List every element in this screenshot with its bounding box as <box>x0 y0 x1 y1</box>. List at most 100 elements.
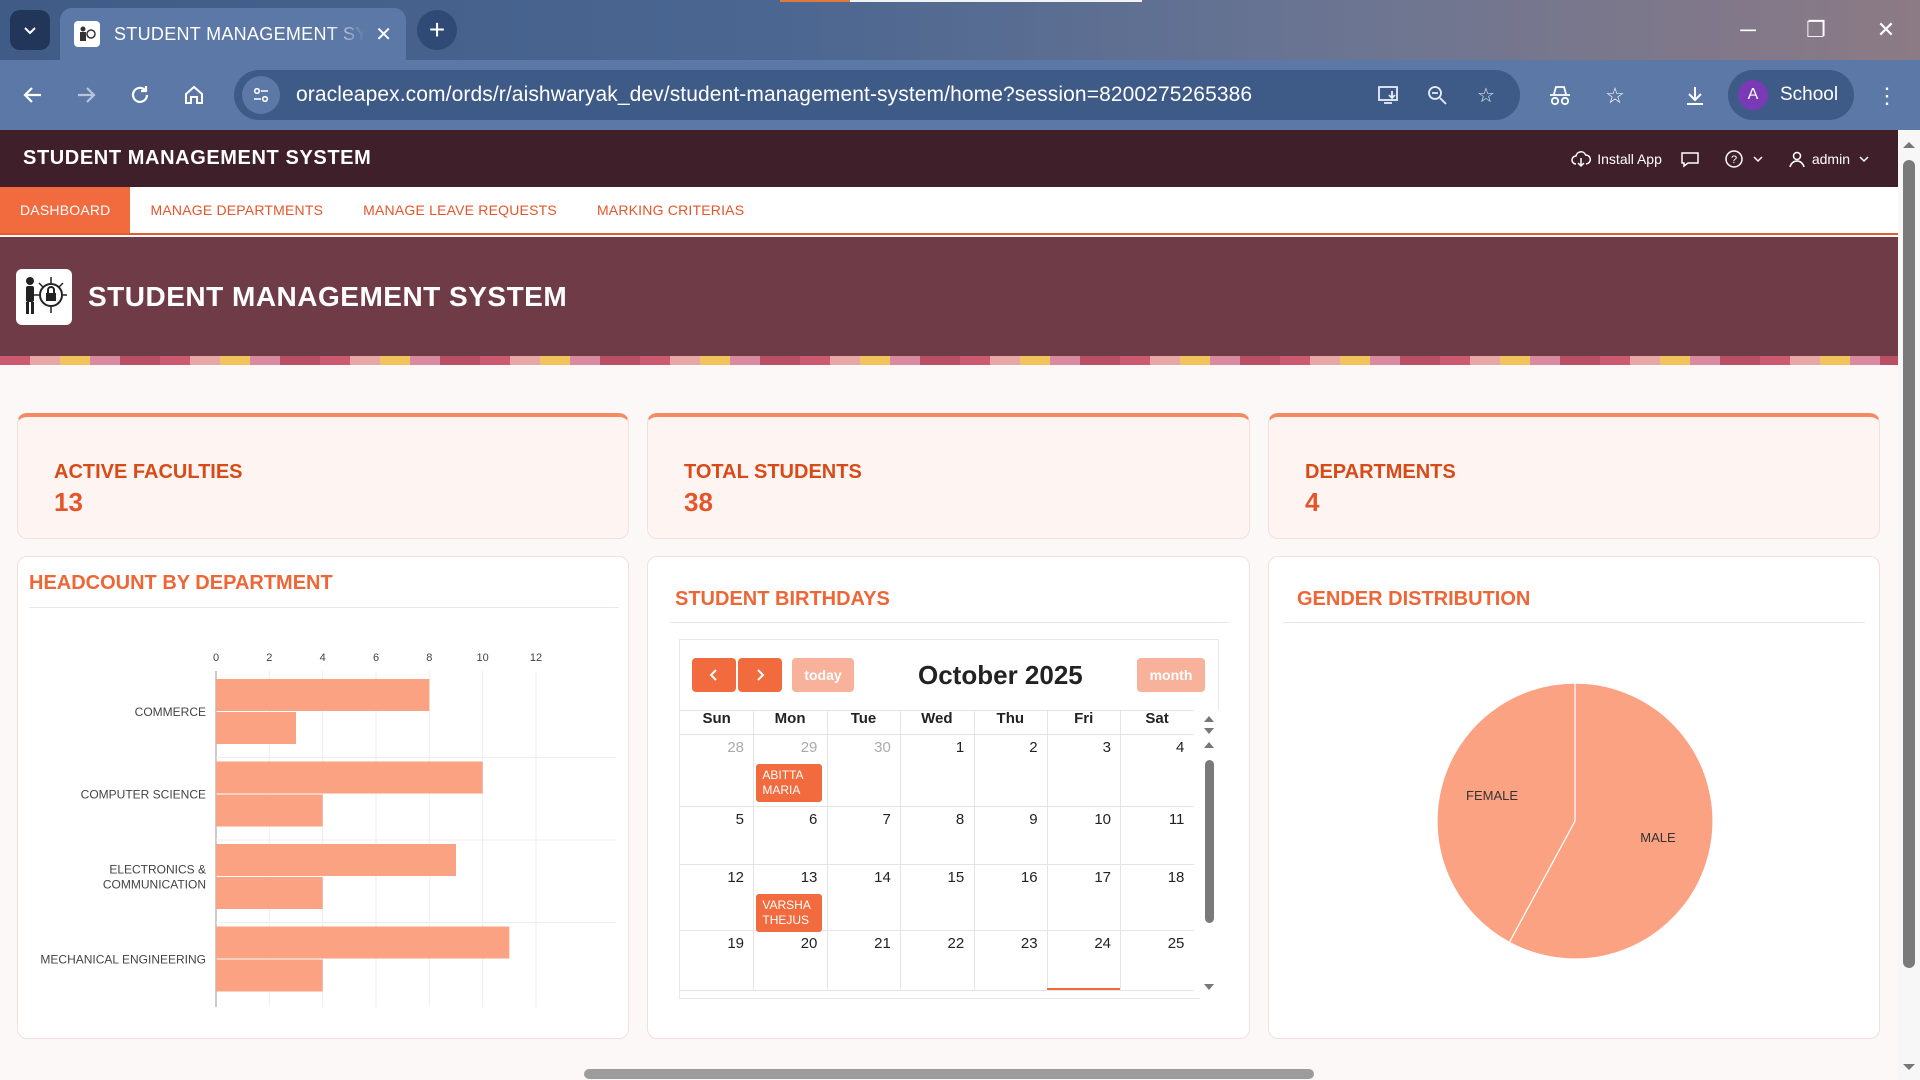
page-horizontal-scrollbar[interactable] <box>584 1069 1314 1079</box>
calendar-day[interactable]: 21 <box>831 935 891 952</box>
help-button[interactable]: ? <box>1724 149 1770 169</box>
nav-dashboard[interactable]: DASHBOARD <box>0 187 131 233</box>
calendar-day[interactable]: 30 <box>831 739 891 756</box>
nav-manage-departments[interactable]: MANAGE DEPARTMENTS <box>130 187 343 233</box>
downloads-icon[interactable] <box>1680 81 1710 111</box>
menu-icon[interactable]: ⋮ <box>1872 81 1902 111</box>
calendar-day[interactable]: 29 <box>757 739 818 756</box>
home-button[interactable] <box>174 75 214 115</box>
close-window-button[interactable]: ✕ <box>1858 0 1914 60</box>
grid-line <box>1120 710 1122 990</box>
calendar-day[interactable]: 4 <box>1124 739 1184 756</box>
calendar-day[interactable]: 11 <box>1124 811 1185 828</box>
calendar-today-button[interactable]: today <box>792 658 854 692</box>
reload-button[interactable] <box>120 75 160 115</box>
calendar-day[interactable]: 25 <box>1124 935 1185 952</box>
feedback-button[interactable] <box>1680 150 1706 168</box>
profile-button[interactable]: A School <box>1728 70 1854 120</box>
x-tick-label: 10 <box>477 652 489 664</box>
install-app-icon[interactable] <box>1376 82 1402 108</box>
scroll-down-icon[interactable] <box>1898 1060 1920 1074</box>
browser-tab[interactable]: STUDENT MANAGEMENT SYSTEM ✕ <box>60 8 406 60</box>
zoom-icon[interactable] <box>1424 82 1450 108</box>
headcount-bar-chart: 0 2 4 6 8 10 12 COMMERCE COMPUTER SCIENCE ELECTRO… <box>40 652 616 1007</box>
stat-card-departments: DEPARTMENTS 4 <box>1268 413 1880 539</box>
hero-decorative-band <box>0 356 1898 365</box>
bar[interactable] <box>216 844 456 876</box>
calendar-day[interactable]: 17 <box>1051 869 1111 886</box>
back-button[interactable] <box>13 75 53 115</box>
tab-search-button[interactable] <box>10 10 50 50</box>
stat-card-students: TOTAL STUDENTS 38 <box>647 413 1250 539</box>
calendar-day[interactable]: 10 <box>1051 811 1111 828</box>
stat-label: ACTIVE FACULTIES <box>54 461 243 483</box>
bar[interactable] <box>216 794 323 827</box>
help-circle-icon: ? <box>1725 149 1743 168</box>
scrollbar-thumb[interactable] <box>1903 160 1915 968</box>
tab-close-icon[interactable]: ✕ <box>375 22 392 47</box>
bar[interactable] <box>216 926 510 959</box>
calendar-day[interactable]: 12 <box>684 869 744 886</box>
bookmark-star-icon[interactable]: ☆ <box>1473 82 1499 108</box>
home-icon <box>185 85 203 104</box>
gender-card: GENDER DISTRIBUTION MALE FEMALE <box>1268 556 1880 1039</box>
calendar-day[interactable]: 14 <box>831 869 891 886</box>
bar[interactable] <box>216 761 483 794</box>
minimize-button[interactable]: ─ <box>1720 0 1776 60</box>
calendar-month-title: October 2025 <box>918 660 1083 690</box>
page-vertical-scrollbar[interactable] <box>1898 130 1920 1080</box>
incognito-icon[interactable] <box>1545 81 1575 111</box>
profile-name: School <box>1780 84 1839 105</box>
calendar-day[interactable]: 19 <box>684 935 744 952</box>
calendar-day[interactable]: 13 <box>757 869 818 886</box>
calendar-day[interactable]: 22 <box>904 935 965 952</box>
page-title: STUDENT MANAGEMENT SYSTEM <box>88 281 568 312</box>
calendar-day[interactable]: 20 <box>757 935 818 952</box>
calendar-day[interactable]: 6 <box>757 811 817 828</box>
bar[interactable] <box>216 877 323 909</box>
calendar-day[interactable]: 7 <box>831 811 890 828</box>
calendar-day[interactable]: 1 <box>904 739 964 756</box>
top-navigation: DASHBOARD MANAGE DEPARTMENTS MANAGE LEAV… <box>0 187 1898 235</box>
calendar-day[interactable]: 15 <box>904 869 965 886</box>
new-tab-button[interactable]: + <box>417 10 457 50</box>
grid-line <box>680 710 1194 711</box>
site-info-icon[interactable] <box>242 76 280 114</box>
install-app-button[interactable]: Install App <box>1571 150 1662 168</box>
calendar-day[interactable]: 3 <box>1051 739 1111 756</box>
grid-line <box>680 864 1194 865</box>
calendar-day[interactable]: 18 <box>1124 869 1185 886</box>
app-brand[interactable]: STUDENT MANAGEMENT SYSTEM <box>23 147 371 170</box>
bar[interactable] <box>216 959 323 992</box>
nav-marking-criterias[interactable]: MARKING CRITERIAS <box>577 187 764 233</box>
restore-button[interactable]: ❐ <box>1788 0 1844 60</box>
weekday-header: Mon <box>774 710 806 727</box>
address-bar[interactable]: oracleapex.com/ords/r/aishwaryak_dev/stu… <box>234 70 1520 120</box>
calendar-next-button[interactable] <box>738 658 782 692</box>
calendar-day[interactable]: 23 <box>978 935 1038 952</box>
loading-indicator-track <box>850 0 1142 2</box>
arrow-right-icon <box>78 87 96 103</box>
user-menu-button[interactable]: admin <box>1788 150 1876 168</box>
birthday-event[interactable]: ABITTA MARIA <box>756 764 823 802</box>
calendar-prev-button[interactable] <box>692 658 736 692</box>
calendar-day[interactable]: 8 <box>904 811 964 828</box>
nav-manage-leave-requests[interactable]: MANAGE LEAVE REQUESTS <box>343 187 577 233</box>
calendar-day[interactable]: 9 <box>978 811 1037 828</box>
calendar-scrollbar[interactable] <box>1200 710 1219 1000</box>
bar[interactable] <box>216 679 430 711</box>
calendar-day[interactable]: 5 <box>684 811 744 828</box>
calendar-day[interactable]: 24 <box>1051 935 1111 952</box>
calendar-day[interactable]: 28 <box>684 739 744 756</box>
calendar-month-button[interactable]: month <box>1137 658 1205 692</box>
category-label: ELECTRONICS & <box>109 863 206 877</box>
calendar-day[interactable]: 2 <box>978 739 1037 756</box>
forward-button[interactable] <box>66 75 106 115</box>
favorites-icon[interactable]: ☆ <box>1600 81 1630 111</box>
chevron-left-icon <box>709 669 717 681</box>
birthday-event[interactable]: VARSHA THEJUS <box>756 894 823 932</box>
tab-title: STUDENT MANAGEMENT SYSTEM <box>114 23 366 44</box>
calendar-day[interactable]: 16 <box>978 869 1038 886</box>
bar[interactable] <box>216 712 296 744</box>
scroll-up-icon[interactable] <box>1898 138 1920 152</box>
